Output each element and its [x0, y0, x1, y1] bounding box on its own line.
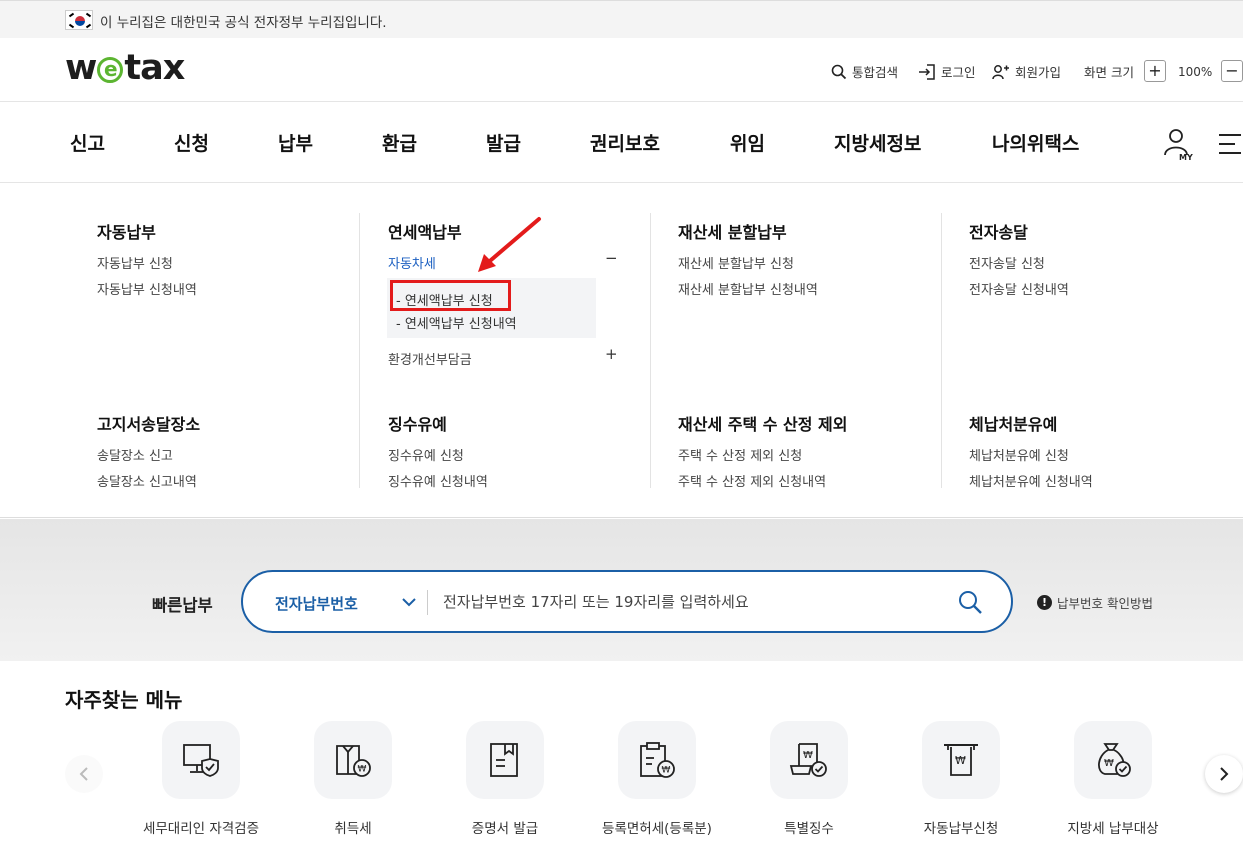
payment-number-type-select[interactable]: 전자납부번호 — [275, 593, 358, 614]
main-navigation: 신고 신청 납부 환급 발급 권리보호 위임 지방세정보 나의위택스 MY — [0, 103, 1243, 183]
red-arrow-annotation — [470, 214, 544, 280]
menu-link-e-delivery-apply[interactable]: 전자송달 신청 — [969, 253, 1045, 272]
quick-pay-search-box: 전자납부번호 — [241, 570, 1013, 633]
payment-number-input[interactable] — [443, 586, 943, 618]
receipt-printer-icon: ₩ — [922, 721, 1000, 799]
search-icon[interactable] — [957, 589, 983, 615]
info-icon: ! — [1037, 595, 1052, 610]
zoom-value: 100% — [1178, 65, 1213, 79]
nav-report[interactable]: 신고 — [70, 129, 105, 156]
login-icon — [919, 63, 935, 80]
submenu-link-annual-pay-history[interactable]: - 연세액납부 신청내역 — [396, 313, 517, 332]
all-menu-icon[interactable] — [1217, 133, 1243, 159]
menu-title-disposition-deferral: 체납처분유예 — [969, 415, 1058, 434]
zoom-in-button[interactable]: + — [1144, 60, 1166, 82]
gov-banner: 이 누리집은 대한민국 공식 전자정부 누리집입니다. — [0, 0, 1243, 38]
integrated-search-link[interactable]: 통합검색 — [831, 62, 898, 81]
menu-link-delivery-place-report[interactable]: 송달장소 신고 — [97, 445, 173, 464]
payment-mega-menu — [0, 183, 1243, 518]
collapse-icon[interactable]: − — [605, 249, 618, 267]
svg-text:₩: ₩ — [662, 766, 671, 776]
nav-delegation[interactable]: 위임 — [730, 129, 765, 156]
quick-pay-label: 빠른납부 — [152, 596, 213, 615]
menu-link-delivery-place-history[interactable]: 송달장소 신고내역 — [97, 471, 197, 490]
zoom-label: 화면 크기 — [1084, 65, 1134, 80]
login-link[interactable]: 로그인 — [918, 62, 976, 81]
menu-link-disposition-apply[interactable]: 체납처분유예 신청 — [969, 445, 1069, 464]
nav-apply[interactable]: 신청 — [174, 129, 209, 156]
menu-link-installment-history[interactable]: 재산세 분할납부 신청내역 — [678, 279, 818, 298]
box-coin-icon: ₩ — [314, 721, 392, 799]
menu-link-installment-apply[interactable]: 재산세 분할납부 신청 — [678, 253, 794, 272]
korea-flag-icon — [65, 10, 93, 30]
menu-link-deferral-apply[interactable]: 징수유예 신청 — [388, 445, 464, 464]
menu-link-auto-pay-apply[interactable]: 자동납부 신청 — [97, 253, 173, 272]
menu-link-car-tax[interactable]: 자동차세 — [388, 253, 436, 272]
menu-title-property-installment: 재산세 분할납부 — [678, 223, 787, 242]
signup-link[interactable]: 회원가입 — [992, 62, 1061, 81]
svg-text:MY: MY — [1179, 153, 1193, 161]
wetax-logo[interactable]: w e tax — [65, 48, 185, 88]
add-user-icon — [992, 64, 1009, 79]
menu-link-exclusion-history[interactable]: 주택 수 산정 제외 신청내역 — [678, 471, 826, 490]
svg-text:₩: ₩ — [803, 750, 813, 761]
clipboard-coin-icon: ₩ — [618, 721, 696, 799]
monitor-shield-icon — [162, 721, 240, 799]
highlight-box — [390, 280, 511, 311]
my-page-icon[interactable]: MY — [1162, 127, 1196, 165]
chevron-left-icon — [79, 767, 88, 781]
column-divider — [359, 213, 360, 488]
svg-text:₩: ₩ — [1104, 758, 1114, 769]
frequent-menu-title: 자주찾는 메뉴 — [65, 688, 183, 712]
nav-my-wetax[interactable]: 나의위택스 — [992, 129, 1079, 156]
nav-local-tax-info[interactable]: 지방세정보 — [834, 129, 921, 156]
nav-issuance[interactable]: 발급 — [486, 129, 521, 156]
divider — [427, 590, 428, 615]
carousel-next-button[interactable] — [1205, 755, 1243, 793]
menu-link-deferral-history[interactable]: 징수유예 신청내역 — [388, 471, 488, 490]
menu-title-annual-pay: 연세액납부 — [388, 223, 462, 242]
quick-pay-section: 빠른납부 전자납부번호 ! 납부번호 확인방법 — [0, 519, 1243, 661]
payment-number-help-link[interactable]: ! 납부번호 확인방법 — [1037, 593, 1153, 612]
menu-link-env-charge[interactable]: 환경개선부담금 — [388, 349, 472, 368]
nav-payment[interactable]: 납부 — [278, 129, 313, 156]
menu-link-exclusion-apply[interactable]: 주택 수 산정 제외 신청 — [678, 445, 802, 464]
receipt-check-icon: ₩ — [770, 721, 848, 799]
menu-link-auto-pay-history[interactable]: 자동납부 신청내역 — [97, 279, 197, 298]
menu-title-e-delivery: 전자송달 — [969, 223, 1028, 242]
column-divider — [650, 213, 651, 488]
menu-title-house-count-exclusion: 재산세 주택 수 산정 제외 — [678, 415, 848, 434]
menu-title-collection-deferral: 징수유예 — [388, 415, 447, 434]
column-divider — [941, 213, 942, 488]
document-bookmark-icon — [466, 721, 544, 799]
money-bag-check-icon: ₩ — [1074, 721, 1152, 799]
expand-icon[interactable]: + — [605, 345, 618, 363]
zoom-out-button[interactable]: − — [1221, 60, 1243, 82]
nav-refund[interactable]: 환급 — [382, 129, 417, 156]
chevron-down-icon[interactable] — [401, 594, 417, 610]
chevron-right-icon — [1220, 767, 1229, 781]
search-icon — [831, 64, 847, 79]
svg-text:₩: ₩ — [358, 765, 367, 775]
nav-rights[interactable]: 권리보호 — [590, 129, 660, 156]
menu-title-auto-pay: 자동납부 — [97, 223, 156, 242]
carousel-prev-button[interactable] — [65, 755, 103, 793]
menu-link-e-delivery-history[interactable]: 전자송달 신청내역 — [969, 279, 1069, 298]
gov-banner-text: 이 누리집은 대한민국 공식 전자정부 누리집입니다. — [100, 15, 387, 31]
menu-link-disposition-history[interactable]: 체납처분유예 신청내역 — [969, 471, 1093, 490]
svg-text:₩: ₩ — [955, 754, 966, 767]
menu-title-delivery-place: 고지서송달장소 — [97, 415, 201, 434]
site-header: w e tax 통합검색 로그인 회원가입 화면 크기 + 100% − — [0, 38, 1243, 102]
